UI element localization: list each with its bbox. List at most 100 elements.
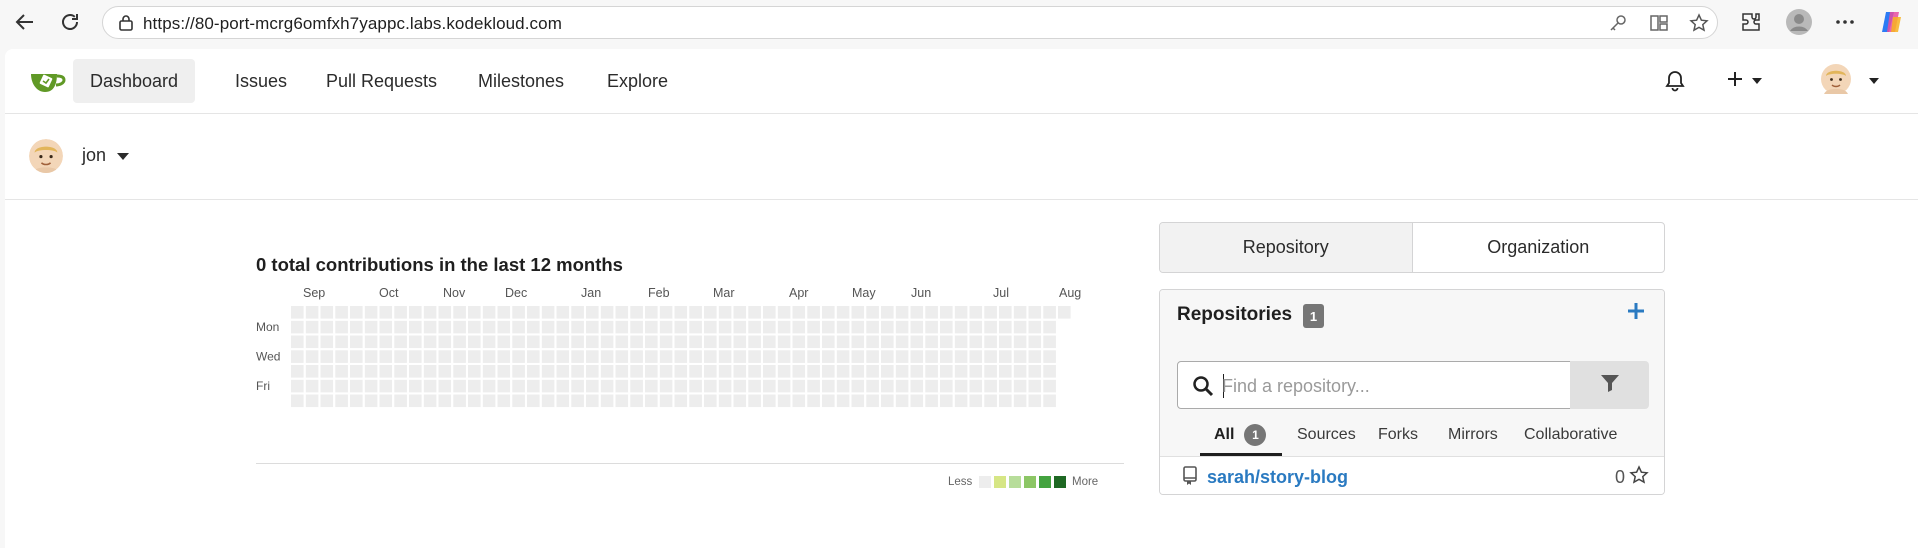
- heatmap-cell[interactable]: [630, 350, 643, 363]
- heatmap-cell[interactable]: [689, 379, 702, 393]
- heatmap-cell[interactable]: [807, 320, 820, 334]
- key-icon[interactable]: [1607, 12, 1629, 34]
- heatmap-cell[interactable]: [969, 306, 983, 319]
- heatmap-cell[interactable]: [969, 379, 983, 393]
- heatmap-cell[interactable]: [836, 379, 850, 393]
- heatmap-cell[interactable]: [379, 365, 393, 378]
- heatmap-cell[interactable]: [364, 335, 378, 349]
- heatmap-cell[interactable]: [704, 379, 717, 393]
- gitea-logo-icon[interactable]: [29, 66, 67, 96]
- heatmap-cell[interactable]: [925, 335, 938, 349]
- heatmap-cell[interactable]: [571, 394, 584, 408]
- heatmap-cell[interactable]: [645, 379, 658, 393]
- heatmap-cell[interactable]: [954, 394, 968, 408]
- heatmap-cell[interactable]: [822, 365, 835, 378]
- heatmap-cell[interactable]: [394, 306, 407, 319]
- heatmap-cell[interactable]: [866, 379, 879, 393]
- heatmap-cell[interactable]: [1028, 394, 1042, 408]
- heatmap-cell[interactable]: [423, 379, 437, 393]
- heatmap-cell[interactable]: [541, 320, 555, 334]
- heatmap-cell[interactable]: [512, 335, 525, 349]
- heatmap-cell[interactable]: [438, 320, 452, 334]
- context-user-name[interactable]: jon: [82, 145, 106, 166]
- heatmap-cell[interactable]: [379, 350, 393, 363]
- heatmap-cell[interactable]: [659, 320, 673, 334]
- avatar[interactable]: [29, 139, 63, 173]
- heatmap-cell[interactable]: [364, 350, 378, 363]
- heatmap-cell[interactable]: [350, 394, 363, 408]
- heatmap-cell[interactable]: [704, 320, 717, 334]
- heatmap-cell[interactable]: [940, 350, 953, 363]
- heatmap-cell[interactable]: [659, 379, 673, 393]
- heatmap-cell[interactable]: [527, 350, 540, 363]
- heatmap-cell[interactable]: [866, 320, 879, 334]
- tab-organization[interactable]: Organization: [1413, 223, 1665, 272]
- heatmap-cell[interactable]: [999, 379, 1012, 393]
- heatmap-cell[interactable]: [468, 365, 481, 378]
- heatmap-cell[interactable]: [792, 394, 806, 408]
- heatmap-cell[interactable]: [335, 306, 348, 319]
- heatmap-cell[interactable]: [409, 379, 422, 393]
- heatmap-cell[interactable]: [866, 365, 879, 378]
- heatmap-cell[interactable]: [999, 394, 1012, 408]
- back-icon[interactable]: [9, 6, 41, 38]
- heatmap-cell[interactable]: [630, 365, 643, 378]
- heatmap-cell[interactable]: [822, 335, 835, 349]
- heatmap-cell[interactable]: [423, 365, 437, 378]
- split-screen-icon[interactable]: [1648, 12, 1670, 34]
- heatmap-cell[interactable]: [910, 350, 924, 363]
- heatmap-cell[interactable]: [851, 394, 865, 408]
- heatmap-cell[interactable]: [556, 335, 570, 349]
- heatmap-cell[interactable]: [364, 320, 378, 334]
- heatmap-cell[interactable]: [379, 306, 393, 319]
- heatmap-cell[interactable]: [482, 306, 496, 319]
- heatmap-cell[interactable]: [600, 335, 614, 349]
- heatmap-cell[interactable]: [615, 379, 629, 393]
- heatmap-cell[interactable]: [305, 394, 319, 408]
- heatmap-cell[interactable]: [1013, 350, 1027, 363]
- heatmap-cell[interactable]: [438, 306, 452, 319]
- heatmap-cell[interactable]: [674, 306, 688, 319]
- heatmap-cell[interactable]: [792, 365, 806, 378]
- heatmap-cell[interactable]: [763, 379, 776, 393]
- heatmap-cell[interactable]: [925, 394, 938, 408]
- heatmap-cell[interactable]: [409, 335, 422, 349]
- heatmap-cell[interactable]: [925, 379, 938, 393]
- heatmap-cell[interactable]: [881, 394, 894, 408]
- heatmap-cell[interactable]: [438, 335, 452, 349]
- heatmap-cell[interactable]: [836, 320, 850, 334]
- heatmap-cell[interactable]: [586, 306, 599, 319]
- heatmap-cell[interactable]: [733, 350, 747, 363]
- heatmap-cell[interactable]: [320, 306, 334, 319]
- heatmap-cell[interactable]: [851, 306, 865, 319]
- heatmap-cell[interactable]: [350, 365, 363, 378]
- heatmap-cell[interactable]: [291, 335, 304, 349]
- heatmap-cell[interactable]: [1028, 335, 1042, 349]
- heatmap-cell[interactable]: [291, 365, 304, 378]
- search-input[interactable]: [1222, 374, 1552, 398]
- heatmap-cell[interactable]: [925, 306, 938, 319]
- heatmap-cell[interactable]: [482, 335, 496, 349]
- heatmap-cell[interactable]: [866, 306, 879, 319]
- heatmap-cell[interactable]: [394, 335, 407, 349]
- heatmap-cell[interactable]: [586, 335, 599, 349]
- favorite-star-icon[interactable]: [1688, 12, 1710, 34]
- heatmap-cell[interactable]: [733, 394, 747, 408]
- heatmap-cell[interactable]: [954, 306, 968, 319]
- heatmap-cell[interactable]: [630, 335, 643, 349]
- heatmap-cell[interactable]: [718, 379, 732, 393]
- heatmap-cell[interactable]: [527, 335, 540, 349]
- heatmap-cell[interactable]: [1013, 320, 1027, 334]
- heatmap-cell[interactable]: [910, 306, 924, 319]
- heatmap-cell[interactable]: [305, 350, 319, 363]
- heatmap-cell[interactable]: [512, 350, 525, 363]
- heatmap-cell[interactable]: [1028, 379, 1042, 393]
- heatmap-cell[interactable]: [954, 320, 968, 334]
- heatmap-cell[interactable]: [468, 306, 481, 319]
- heatmap-cell[interactable]: [379, 379, 393, 393]
- heatmap-cell[interactable]: [940, 320, 953, 334]
- heatmap-cell[interactable]: [984, 350, 997, 363]
- filter-tab-sources[interactable]: Sources: [1297, 416, 1356, 454]
- heatmap-cell[interactable]: [497, 306, 511, 319]
- heatmap-cell[interactable]: [659, 365, 673, 378]
